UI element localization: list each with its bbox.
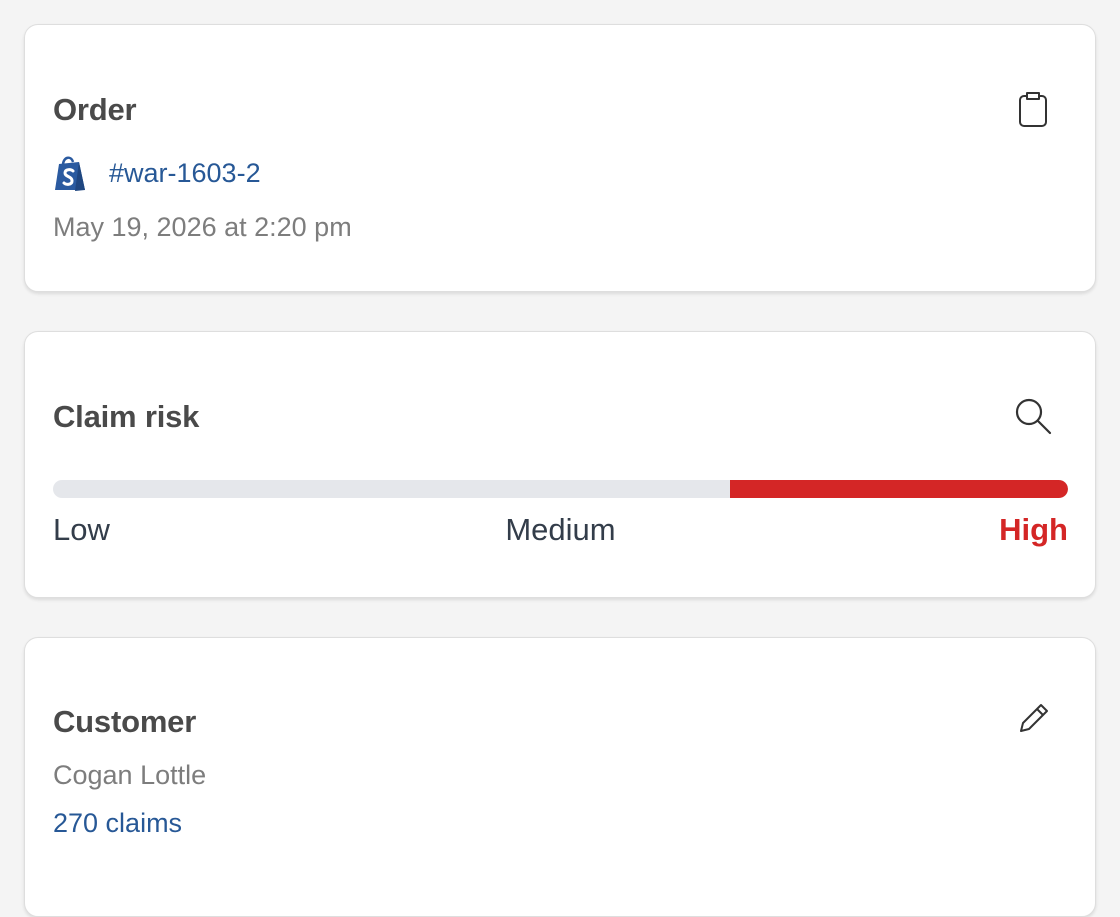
customer-claims-link[interactable]: 270 claims xyxy=(53,808,182,839)
risk-meter-track xyxy=(53,480,1068,498)
customer-card: Customer Cogan Lottle 270 claims xyxy=(24,637,1096,917)
clipboard-icon xyxy=(1018,90,1048,128)
order-date: May 19, 2026 at 2:20 pm xyxy=(53,212,352,242)
order-number-link[interactable]: #war-1603-2 xyxy=(109,158,261,189)
order-card-title: Order xyxy=(53,92,137,127)
inspect-risk-button[interactable] xyxy=(1011,394,1055,438)
claim-risk-card: Claim risk Low Medium High xyxy=(24,331,1096,598)
customer-card-title: Customer xyxy=(53,704,197,739)
risk-meter-fill xyxy=(730,480,1068,498)
claim-risk-title: Claim risk xyxy=(53,399,200,434)
order-link-row: #war-1603-2 xyxy=(53,153,261,193)
risk-label-high: High xyxy=(999,512,1068,547)
risk-label-medium: Medium xyxy=(505,512,616,547)
copy-order-button[interactable] xyxy=(1011,87,1055,131)
order-card: Order #war-1603-2 May 19, 2026 at 2:20 p… xyxy=(24,24,1096,292)
risk-scale-labels: Low Medium High xyxy=(53,512,1068,548)
customer-name: Cogan Lottle xyxy=(53,760,207,790)
search-icon xyxy=(1013,396,1053,436)
edit-customer-button[interactable] xyxy=(1011,697,1055,741)
shopify-icon xyxy=(53,154,87,192)
pencil-icon xyxy=(1015,701,1051,737)
